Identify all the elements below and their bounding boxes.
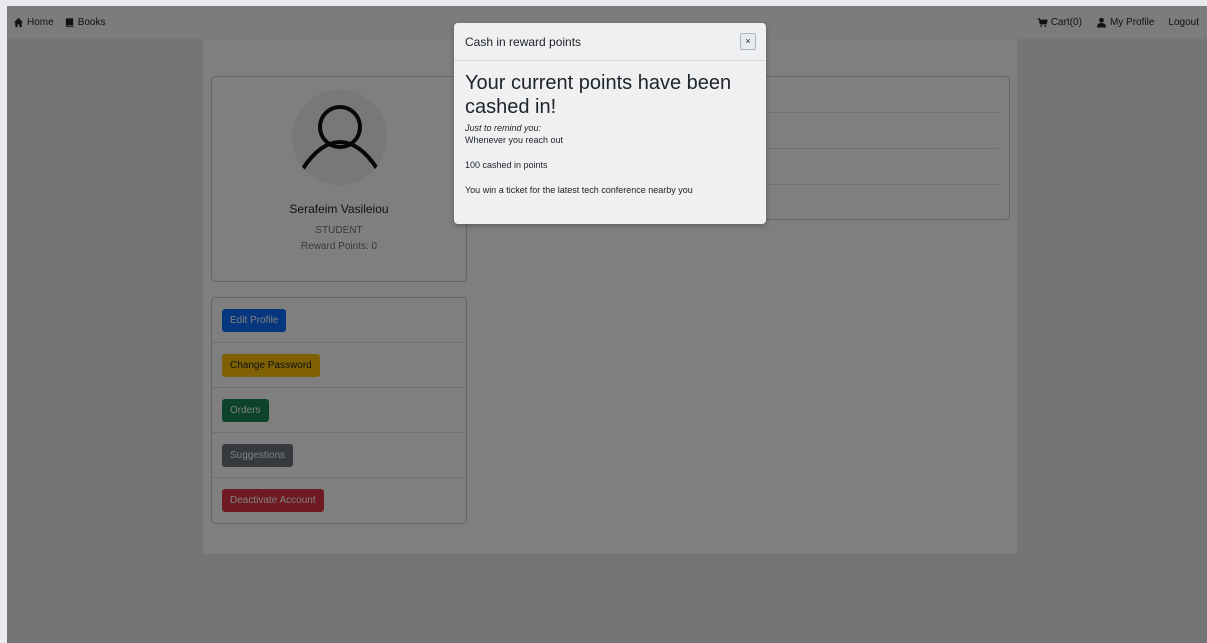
modal-line-ticket: You win a ticket for the latest tech con… <box>465 185 693 195</box>
modal-header: Cash in reward points × <box>454 23 766 61</box>
browser-viewport: Home Books Cart(0) My Profile Logout <box>7 6 1207 643</box>
cash-in-modal: Cash in reward points × Your current poi… <box>454 23 766 224</box>
modal-remind-text: Just to remind you: <box>465 123 542 133</box>
modal-heading: Your current points have been cashed in! <box>465 72 732 118</box>
modal-body: Your current points have been cashed in!… <box>465 71 755 195</box>
modal-close-button[interactable]: × <box>740 33 756 50</box>
modal-line-points: 100 cashed in points <box>465 160 548 170</box>
modal-line-reach-out: Whenever you reach out <box>465 135 564 145</box>
modal-title: Cash in reward points <box>465 34 582 49</box>
